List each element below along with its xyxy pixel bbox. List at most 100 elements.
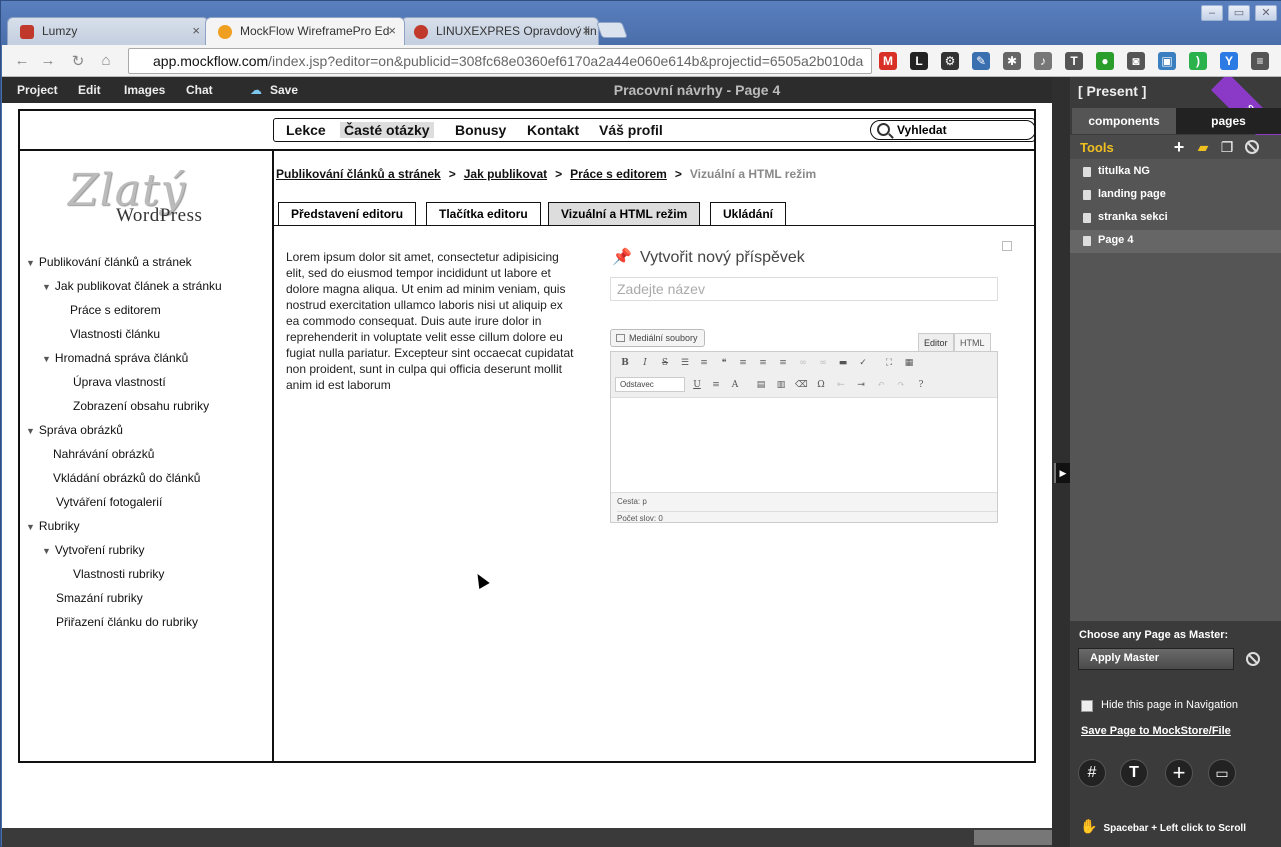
evernote-icon[interactable]: ● (1096, 52, 1114, 70)
close-window-button[interactable]: ✕ (1255, 5, 1277, 21)
nav-bonusy[interactable]: Bonusy (451, 122, 510, 138)
collapse-panel-icon[interactable]: ▶ (1054, 463, 1070, 483)
remove-master-icon[interactable] (1246, 652, 1260, 666)
breadcrumb-link[interactable]: Jak publikovat (464, 167, 547, 181)
close-tab-icon[interactable]: × (388, 23, 396, 38)
close-tab-icon[interactable]: × (192, 23, 200, 38)
browser-tab-lumzy[interactable]: Lumzy × (7, 17, 209, 45)
grid-icon[interactable]: # (1078, 759, 1106, 787)
tab-ukladani[interactable]: Ukládání (710, 202, 787, 226)
page-item[interactable]: stranka sekci (1070, 207, 1281, 230)
expand-arrow-icon[interactable]: ▼ (42, 354, 51, 364)
gmail-icon[interactable]: M (879, 52, 897, 70)
panel-divider[interactable]: ▶ (1052, 77, 1070, 847)
menu-chat[interactable]: Chat (186, 83, 213, 97)
tab-tlacitka-editoru[interactable]: Tlačítka editoru (426, 202, 541, 226)
expand-arrow-icon[interactable]: ▼ (26, 258, 35, 268)
bell-icon[interactable]: ♪ (1034, 52, 1052, 70)
address-bar[interactable]: app.mockflow.com/index.jsp?editor=on&pub… (128, 48, 872, 74)
menu-images[interactable]: Images (124, 83, 165, 97)
menu-save[interactable]: Save (270, 83, 298, 97)
expand-arrow-icon[interactable]: ▼ (42, 546, 51, 556)
wp-path: Cesta: p (617, 497, 647, 506)
close-tab-icon[interactable]: × (582, 23, 590, 38)
search-input[interactable]: Vyhledat (870, 120, 1036, 140)
add-icon[interactable]: + (1165, 759, 1193, 787)
screenshot-icon[interactable]: ▣ (1158, 52, 1176, 70)
wp-title-field: Zadejte název (610, 277, 998, 301)
save-to-mockstore-link[interactable]: Save Page to MockStore/File (1081, 725, 1231, 737)
menu-project[interactable]: Project (17, 83, 58, 97)
comment-icon[interactable]: ▭ (1208, 759, 1236, 787)
expand-arrow-icon[interactable]: ▼ (42, 282, 51, 292)
minimize-button[interactable]: – (1201, 5, 1223, 21)
tree-item[interactable]: ▼ Správa obrázků (26, 423, 123, 437)
tree-item[interactable]: Vlastnosti rubriky (73, 567, 164, 581)
nav-caste-otazky[interactable]: Časté otázky (340, 122, 434, 138)
home-icon[interactable]: ⌂ (96, 52, 116, 70)
tree-item[interactable]: Zobrazení obsahu rubriky (73, 399, 209, 413)
tree-item[interactable]: ▼ Hromadná správa článků (42, 351, 188, 365)
camera-icon[interactable]: ◙ (1127, 52, 1145, 70)
present-button[interactable]: [ Present ] (1078, 83, 1146, 99)
breadcrumb-link[interactable]: Publikování článků a stránek (276, 167, 441, 181)
tree-item[interactable]: Práce s editorem (70, 303, 161, 317)
bug-icon[interactable]: ✱ (1003, 52, 1021, 70)
wp-editor-image[interactable]: 📌 Vytvořit nový příspěvek Zadejte název … (610, 241, 1012, 523)
right-panel: [ Present ] Store components pages Tools… (1070, 77, 1281, 847)
tab-components[interactable]: components (1072, 108, 1176, 134)
duplicate-icon[interactable]: ❐ (1220, 140, 1234, 154)
feedly-icon[interactable]: ) (1189, 52, 1207, 70)
tree-item-label: Jak publikovat článek a stránku (54, 279, 222, 293)
wireframe-page[interactable]: Lekce Časté otázky Bonusy Kontakt Váš pr… (18, 109, 1036, 763)
add-page-icon[interactable]: + (1172, 138, 1186, 156)
tree-item[interactable]: ▼ Publikování článků a stránek (26, 255, 192, 269)
scrollbar-thumb[interactable] (974, 830, 1052, 845)
back-icon[interactable]: ← (12, 52, 32, 70)
tree-item[interactable]: Vkládání obrázků do článků (53, 471, 200, 485)
tree-item[interactable]: ▼ Vytvoření rubriky (42, 543, 145, 557)
expand-arrow-icon[interactable]: ▼ (26, 426, 35, 436)
top-navigation[interactable]: Lekce Časté otázky Bonusy Kontakt Váš pr… (273, 118, 1036, 142)
l-icon[interactable]: L (910, 52, 928, 70)
browser-tab-mockflow[interactable]: MockFlow WireframePro Ed × (205, 17, 405, 45)
hide-in-nav-checkbox[interactable] (1081, 700, 1093, 712)
tab-vizualni-html[interactable]: Vizuální a HTML režim (548, 202, 701, 226)
expand-arrow-icon[interactable]: ▼ (26, 522, 35, 532)
add-folder-icon[interactable]: ▰ (1196, 140, 1210, 154)
tree-item[interactable]: Vytváření fotogalerií (56, 495, 162, 509)
tree-item[interactable]: Úprava vlastností (73, 375, 166, 389)
new-tab-button[interactable] (596, 22, 628, 38)
tab-pages[interactable]: pages (1176, 108, 1281, 134)
nav-vas-profil[interactable]: Váš profil (595, 122, 667, 138)
browser-tab-linuxexpres[interactable]: LINUXEXPRES Opravdový lin × (401, 17, 599, 45)
tree-item[interactable]: ▼ Rubriky (26, 519, 80, 533)
nav-kontakt[interactable]: Kontakt (523, 122, 583, 138)
master-pin-icon[interactable]: T (1120, 759, 1148, 787)
tree-item[interactable]: Smazání rubriky (56, 591, 143, 605)
horizontal-scrollbar[interactable] (2, 828, 1052, 847)
tag-icon[interactable]: T (1065, 52, 1083, 70)
apply-master-button[interactable]: Apply Master (1078, 648, 1234, 670)
page-item[interactable]: titulka NG (1070, 161, 1281, 184)
menu-edit[interactable]: Edit (78, 83, 101, 97)
gear-icon[interactable]: ⚙ (941, 52, 959, 70)
reload-icon[interactable]: ↻ (68, 52, 88, 70)
menu-icon[interactable]: ≡ (1251, 52, 1269, 70)
pushbullet-icon[interactable]: Y (1220, 52, 1238, 70)
forward-icon[interactable]: → (38, 52, 58, 70)
breadcrumb-link[interactable]: Práce s editorem (570, 167, 667, 181)
delete-page-icon[interactable] (1245, 140, 1259, 154)
tree-item[interactable]: Vlastnosti článku (70, 327, 160, 341)
page-item[interactable]: landing page (1070, 184, 1281, 207)
nav-lekce[interactable]: Lekce (282, 122, 330, 138)
more-icon: ▬ (838, 358, 848, 368)
link-icon: ∞ (799, 358, 807, 368)
tree-item[interactable]: ▼ Jak publikovat článek a stránku (42, 279, 222, 293)
page-item-selected[interactable]: Page 4 (1070, 230, 1281, 253)
maximize-button[interactable]: ▭ (1228, 5, 1250, 21)
tree-item[interactable]: Nahrávání obrázků (53, 447, 154, 461)
tree-item[interactable]: Přiřazení článku do rubriky (56, 615, 198, 629)
tab-predstaveni-editoru[interactable]: Představení editoru (278, 202, 417, 226)
eyedropper-icon[interactable]: ✎ (972, 52, 990, 70)
